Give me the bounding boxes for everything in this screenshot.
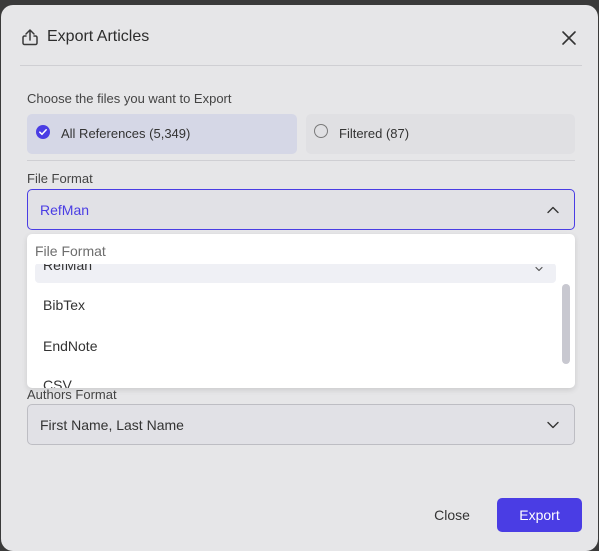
dropdown-option-label: RefMan bbox=[43, 264, 93, 273]
dropdown-scrollbar[interactable] bbox=[562, 284, 570, 364]
authors-format-value: First Name, Last Name bbox=[40, 417, 184, 433]
chevron-down-icon bbox=[535, 266, 543, 272]
dropdown-list: RefMan BibTex EndNote CSV bbox=[27, 264, 575, 388]
dropdown-option-endnote[interactable]: EndNote bbox=[43, 338, 97, 354]
close-icon[interactable] bbox=[560, 29, 578, 47]
radio-all-references-label: All References (5,349) bbox=[61, 126, 191, 141]
chevron-down-icon bbox=[547, 421, 559, 429]
file-format-dropdown: File Format RefMan BibTex EndNote CSV bbox=[27, 234, 575, 388]
checked-radio-icon bbox=[36, 125, 50, 139]
dropdown-option-refman[interactable]: RefMan bbox=[35, 264, 556, 283]
radio-filtered[interactable]: Filtered (87) bbox=[306, 114, 575, 154]
dropdown-header: File Format bbox=[35, 243, 106, 259]
authors-format-select[interactable]: First Name, Last Name bbox=[27, 404, 575, 445]
export-articles-modal: Export Articles Choose the files you wan… bbox=[1, 5, 598, 551]
radio-filtered-label: Filtered (87) bbox=[339, 126, 410, 141]
authors-format-label: Authors Format bbox=[27, 387, 117, 402]
unchecked-radio-icon bbox=[314, 124, 328, 138]
modal-header: Export Articles bbox=[1, 5, 598, 67]
chevron-up-icon bbox=[547, 206, 559, 214]
radio-all-references[interactable]: All References (5,349) bbox=[27, 114, 297, 154]
header-divider bbox=[20, 65, 582, 66]
export-upload-icon bbox=[22, 29, 38, 46]
modal-title: Export Articles bbox=[47, 28, 150, 45]
export-button[interactable]: Export bbox=[497, 498, 582, 532]
checkmark-icon bbox=[39, 129, 47, 136]
close-button[interactable]: Close bbox=[421, 500, 483, 530]
dropdown-option-bibtex[interactable]: BibTex bbox=[43, 297, 85, 313]
file-format-select[interactable]: RefMan bbox=[27, 189, 575, 230]
section-divider bbox=[27, 160, 575, 161]
file-format-value: RefMan bbox=[40, 202, 90, 218]
file-format-label: File Format bbox=[27, 171, 93, 186]
choose-files-label: Choose the files you want to Export bbox=[27, 91, 232, 106]
